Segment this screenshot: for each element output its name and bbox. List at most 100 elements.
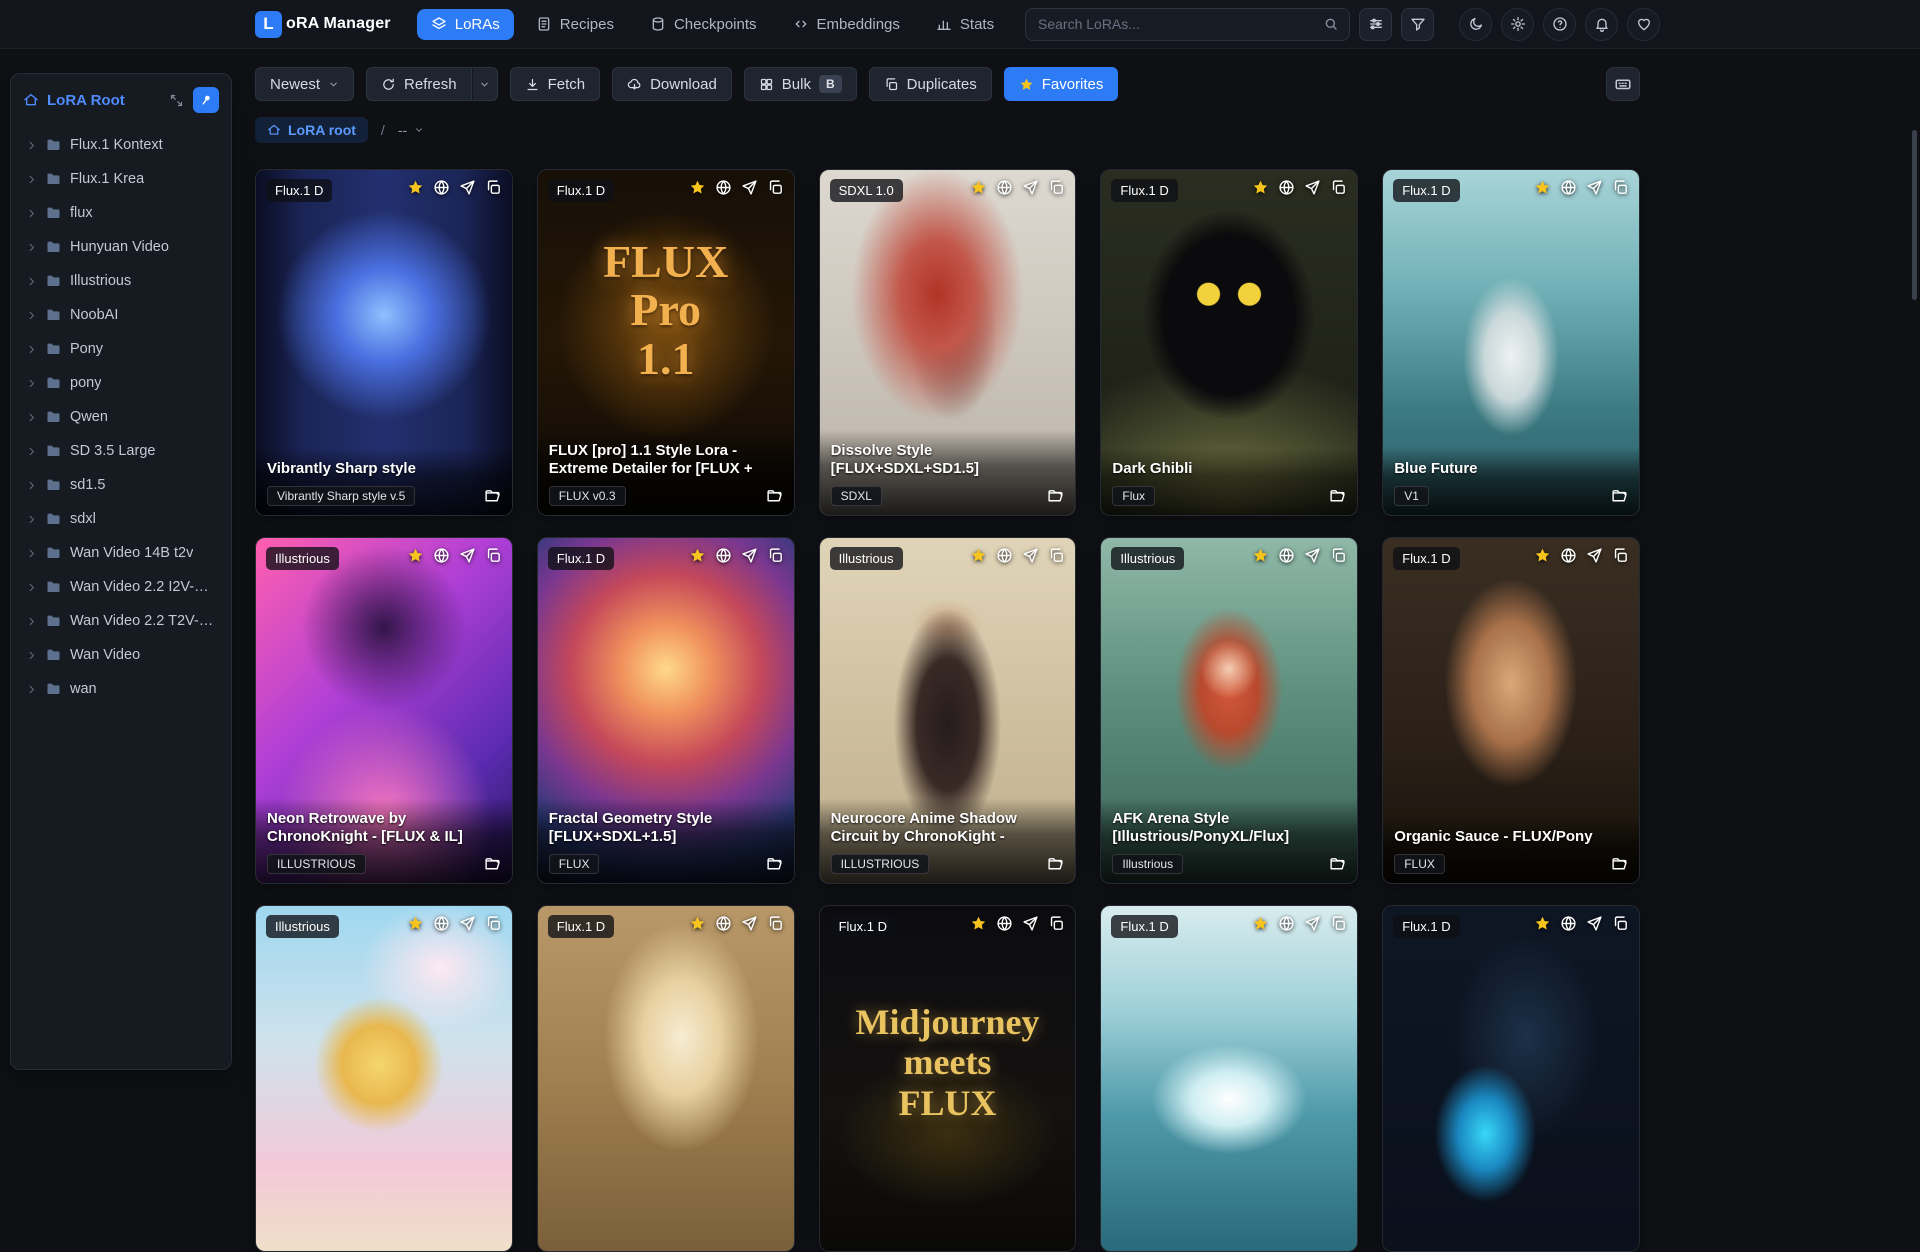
globe-icon[interactable] [996, 547, 1013, 564]
copy-icon[interactable] [767, 179, 784, 196]
chevron-right-icon[interactable] [26, 412, 37, 423]
sidebar-folder-item[interactable]: NoobAI [21, 298, 221, 332]
nav-tab-checkpoints[interactable]: Checkpoints [636, 9, 771, 40]
send-icon[interactable] [1022, 179, 1039, 196]
globe-icon[interactable] [433, 915, 450, 932]
send-icon[interactable] [1586, 547, 1603, 564]
search-input[interactable] [1026, 16, 1349, 32]
favorite-star-icon[interactable] [1534, 915, 1551, 932]
sidebar-folder-item[interactable]: Flux.1 Krea [21, 162, 221, 196]
filter-sliders-button[interactable] [1359, 7, 1392, 41]
chevron-right-icon[interactable] [26, 276, 37, 287]
send-icon[interactable] [459, 915, 476, 932]
send-icon[interactable] [1304, 179, 1321, 196]
open-folder-icon[interactable] [766, 488, 783, 505]
sidebar-folder-item[interactable]: Flux.1 Kontext [21, 128, 221, 162]
sidebar-folder-item[interactable]: wan [21, 672, 221, 706]
lora-card[interactable]: Illustrious [255, 905, 513, 1252]
lora-card[interactable]: Flux.1 D Blue Future V1 [1382, 169, 1640, 516]
lora-card[interactable]: Flux.1 D Dark Ghibli Flux [1100, 169, 1359, 516]
favorite-star-icon[interactable] [1534, 179, 1551, 196]
open-folder-icon[interactable] [766, 856, 783, 873]
globe-icon[interactable] [715, 547, 732, 564]
globe-icon[interactable] [996, 179, 1013, 196]
chevron-right-icon[interactable] [26, 344, 37, 355]
favorite-star-icon[interactable] [689, 547, 706, 564]
favorite-star-icon[interactable] [689, 915, 706, 932]
copy-icon[interactable] [1612, 547, 1629, 564]
chevron-right-icon[interactable] [26, 582, 37, 593]
chevron-right-icon[interactable] [26, 650, 37, 661]
copy-icon[interactable] [485, 179, 502, 196]
download-button[interactable]: Download [612, 67, 732, 101]
send-icon[interactable] [459, 547, 476, 564]
send-icon[interactable] [1022, 915, 1039, 932]
globe-icon[interactable] [1560, 179, 1577, 196]
duplicates-button[interactable]: Duplicates [868, 67, 992, 101]
send-icon[interactable] [1304, 915, 1321, 932]
send-icon[interactable] [1586, 915, 1603, 932]
copy-icon[interactable] [1612, 179, 1629, 196]
nav-tab-recipes[interactable]: Recipes [522, 9, 628, 40]
open-folder-icon[interactable] [1329, 856, 1346, 873]
favorite-star-icon[interactable] [1534, 547, 1551, 564]
globe-icon[interactable] [715, 915, 732, 932]
chevron-right-icon[interactable] [26, 242, 37, 253]
settings-button[interactable] [1501, 7, 1534, 41]
favorite-star-icon[interactable] [1252, 547, 1269, 564]
sidebar-folder-item[interactable]: sd1.5 [21, 468, 221, 502]
copy-icon[interactable] [1612, 915, 1629, 932]
chevron-right-icon[interactable] [26, 548, 37, 559]
chevron-right-icon[interactable] [26, 514, 37, 525]
sidebar-folder-item[interactable]: Pony [21, 332, 221, 366]
send-icon[interactable] [1022, 547, 1039, 564]
chevron-right-icon[interactable] [26, 310, 37, 321]
open-folder-icon[interactable] [484, 488, 501, 505]
refresh-button[interactable]: Refresh [366, 67, 472, 101]
globe-icon[interactable] [1278, 179, 1295, 196]
copy-icon[interactable] [1330, 179, 1347, 196]
copy-icon[interactable] [1048, 915, 1065, 932]
lora-card[interactable]: Illustrious Neurocore Anime Shadow Circu… [818, 537, 1077, 884]
sidebar-folder-item[interactable]: Wan Video 2.2 I2V-A14B [21, 570, 221, 604]
sort-select[interactable]: Newest [255, 67, 355, 101]
send-icon[interactable] [1304, 547, 1321, 564]
lora-card[interactable]: Flux.1 D [536, 905, 795, 1252]
expand-tree-icon[interactable] [169, 93, 184, 108]
favorite-star-icon[interactable] [1252, 915, 1269, 932]
favorite-star-icon[interactable] [407, 179, 424, 196]
copy-icon[interactable] [1330, 547, 1347, 564]
send-icon[interactable] [741, 547, 758, 564]
globe-icon[interactable] [715, 179, 732, 196]
open-folder-icon[interactable] [1611, 856, 1628, 873]
breadcrumb-root[interactable]: LoRA root [255, 117, 368, 143]
notifications-button[interactable] [1585, 7, 1618, 41]
open-folder-icon[interactable] [1329, 488, 1346, 505]
copy-icon[interactable] [767, 547, 784, 564]
sidebar-folder-item[interactable]: Qwen [21, 400, 221, 434]
lora-card[interactable]: Flux.1 D Organic Sauce - FLUX/Pony FLUX [1382, 537, 1640, 884]
open-folder-icon[interactable] [1611, 488, 1628, 505]
globe-icon[interactable] [433, 179, 450, 196]
sidebar-folder-item[interactable]: flux [21, 196, 221, 230]
send-icon[interactable] [1586, 179, 1603, 196]
copy-icon[interactable] [485, 547, 502, 564]
lora-card[interactable]: Illustrious AFK Arena Style [Illustrious… [1100, 537, 1359, 884]
lora-card[interactable]: Flux.1 D Vibrantly Sharp style Vibrantly… [255, 169, 513, 516]
sidebar-folder-item[interactable]: Wan Video [21, 638, 221, 672]
globe-icon[interactable] [1278, 915, 1295, 932]
chevron-right-icon[interactable] [26, 684, 37, 695]
sidebar-folder-item[interactable]: Wan Video 2.2 T2V-A14B [21, 604, 221, 638]
lora-card[interactable]: SDXL 1.0 Dissolve Style [FLUX+SDXL+SD1.5… [818, 169, 1077, 516]
sidebar-folder-item[interactable]: SD 3.5 Large [21, 434, 221, 468]
favorite-star-icon[interactable] [970, 547, 987, 564]
globe-icon[interactable] [1560, 547, 1577, 564]
globe-icon[interactable] [1278, 547, 1295, 564]
open-folder-icon[interactable] [1047, 488, 1064, 505]
sidebar-folder-item[interactable]: Illustrious [21, 264, 221, 298]
nav-tab-embeddings[interactable]: Embeddings [779, 9, 914, 40]
help-button[interactable] [1543, 7, 1576, 41]
globe-icon[interactable] [1560, 915, 1577, 932]
chevron-right-icon[interactable] [26, 446, 37, 457]
refresh-dropdown-button[interactable] [471, 67, 498, 101]
